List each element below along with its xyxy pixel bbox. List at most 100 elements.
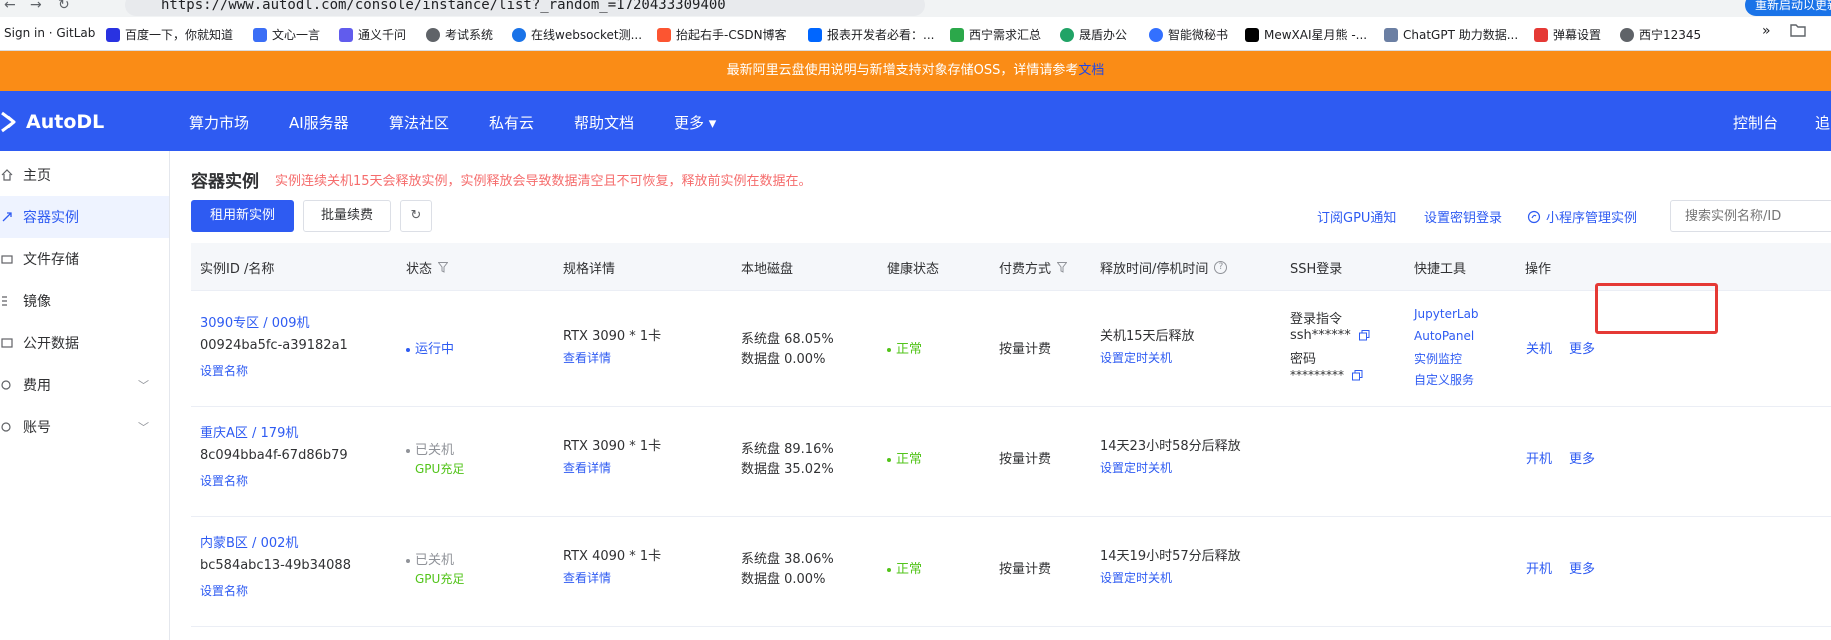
chevron-down-icon: ﹀ <box>138 379 149 392</box>
sidebar-item-storage[interactable]: 文件存储 <box>0 238 169 280</box>
instance-name-link[interactable]: 重庆A区 / 179机 <box>200 422 298 441</box>
col-tools: 快捷工具 <box>1414 262 1467 277</box>
bookmark-item[interactable]: 百度一下，你就知道 <box>106 26 233 43</box>
bookmark-item[interactable]: ChatGPT 助力数据... <box>1384 26 1518 43</box>
spec-detail-link[interactable]: 查看详情 <box>563 349 611 366</box>
ssh-password: ********* <box>1290 368 1363 382</box>
bookmark-item[interactable]: Sign in · GitLab <box>4 26 95 40</box>
bookmark-item[interactable]: 通义千问 <box>339 26 406 43</box>
filter-icon[interactable] <box>1057 262 1068 273</box>
health-dot <box>887 567 891 572</box>
nav-ai-server[interactable]: AI服务器 <box>289 112 349 133</box>
copy-icon[interactable] <box>1352 370 1363 381</box>
bookmark-item[interactable]: 弹幕设置 <box>1534 26 1601 43</box>
key-login-link[interactable]: 设置密钥登录 <box>1424 207 1502 226</box>
browser-update-pill[interactable]: 重新启动以更新 <box>1745 0 1831 16</box>
nav-cut-item[interactable]: 追 <box>1815 112 1830 133</box>
announcement-text: 最新阿里云盘使用说明与新增支持对象存储OSS，详情请参考 <box>726 63 1079 78</box>
refresh-icon: ↻ <box>410 208 422 223</box>
set-name-link[interactable]: 设置名称 <box>200 362 248 379</box>
instance-id: bc584abc13-49b34088 <box>200 558 351 573</box>
power-on-button[interactable]: 开机 <box>1526 558 1552 577</box>
col-pay[interactable]: 付费方式 <box>999 258 1068 277</box>
pay-type: 按量计费 <box>999 562 1052 577</box>
miniprogram-link[interactable]: 小程序管理实例 <box>1527 207 1637 226</box>
bookmark-item[interactable]: MewXAI星月熊 -... <box>1245 26 1367 43</box>
sidebar-item-home[interactable]: 主页 <box>0 154 169 196</box>
more-button[interactable]: 更多 <box>1569 338 1595 357</box>
col-spec: 规格详情 <box>563 262 616 277</box>
bookmark-item[interactable]: 考试系统 <box>426 26 493 43</box>
jupyterlab-link[interactable]: JupyterLab <box>1414 307 1479 321</box>
nav-more[interactable]: 更多 ▾ <box>674 112 716 133</box>
subscribe-gpu-link[interactable]: 订阅GPU通知 <box>1317 207 1396 226</box>
assistant-icon <box>1149 27 1163 42</box>
announcement-doc-link[interactable]: 文档 <box>1078 63 1104 78</box>
csdn-icon <box>657 27 671 42</box>
batch-renew-button[interactable]: 批量续费 <box>303 200 391 232</box>
mewxai-icon <box>1245 27 1259 42</box>
folder-icon[interactable] <box>1790 23 1806 37</box>
spec-detail-link[interactable]: 查看详情 <box>563 569 611 586</box>
sidebar-item-images[interactable]: 镜像 <box>0 280 169 322</box>
table-row: 内蒙B区 / 002机 bc584abc13-49b34088 设置名称 已关机… <box>191 518 1831 627</box>
monitor-link[interactable]: 实例监控 <box>1414 350 1462 367</box>
rent-instance-button[interactable]: 租用新实例 <box>191 200 294 232</box>
instance-name-link[interactable]: 3090专区 / 009机 <box>200 312 310 331</box>
spec-text: RTX 4090 * 1卡 <box>563 549 662 564</box>
sidebar-item-public-data[interactable]: 公开数据 <box>0 322 169 364</box>
nav-private-cloud[interactable]: 私有云 <box>489 112 534 133</box>
set-shutdown-link[interactable]: 设置定时关机 <box>1100 349 1172 366</box>
bookmark-item[interactable]: 西宁12345 <box>1620 26 1701 43</box>
forward-icon[interactable]: → <box>30 0 42 13</box>
copy-icon[interactable] <box>1358 330 1370 341</box>
spec-detail-link[interactable]: 查看详情 <box>563 459 611 476</box>
search-input[interactable] <box>1670 200 1831 232</box>
set-shutdown-link[interactable]: 设置定时关机 <box>1100 569 1172 586</box>
sidebar-item-cost[interactable]: 费用 ﹀ <box>0 364 169 406</box>
nav-algorithm-community[interactable]: 算法社区 <box>389 112 449 133</box>
url-field[interactable]: https://www.autodl.com/console/instance/… <box>125 0 925 16</box>
instance-id: 8c094bba4f-67d86b79 <box>200 448 348 463</box>
autopanel-link[interactable]: AutoPanel <box>1414 329 1474 343</box>
bookmark-item[interactable]: 西宁需求汇总 <box>950 26 1041 43</box>
back-icon[interactable]: ← <box>4 0 16 13</box>
table-row: 3090专区 / 009机 00924ba5fc-a39182a1 设置名称 运… <box>191 292 1831 407</box>
bookmark-item[interactable]: 文心一言 <box>253 26 320 43</box>
bookmark-item[interactable]: 晟盾办公 <box>1060 26 1127 43</box>
col-release: 释放时间/停机时间? <box>1100 258 1228 277</box>
table-header: 实例ID /名称 状态 规格详情 本地磁盘 健康状态 付费方式 释放时间/停机时… <box>191 243 1831 291</box>
more-button[interactable]: 更多 <box>1569 448 1595 467</box>
nav-market[interactable]: 算力市场 <box>189 112 249 133</box>
sidebar-item-account[interactable]: 账号 ﹀ <box>0 406 169 448</box>
health-status: 正常 <box>887 448 922 467</box>
filter-icon[interactable] <box>438 262 449 273</box>
browser-address-bar: ← → ↻ https://www.autodl.com/console/ins… <box>0 0 1831 17</box>
col-disk: 本地磁盘 <box>741 262 794 277</box>
bookmark-item[interactable]: 智能微秘书 <box>1149 26 1228 43</box>
health-status: 正常 <box>887 558 922 577</box>
refresh-button[interactable]: ↻ <box>400 200 432 232</box>
brand-name: AutoDL <box>26 111 105 133</box>
set-shutdown-link[interactable]: 设置定时关机 <box>1100 459 1172 476</box>
brand-logo[interactable]: AutoDL <box>0 109 104 135</box>
help-icon[interactable]: ? <box>1214 261 1228 274</box>
reload-icon[interactable]: ↻ <box>58 0 70 13</box>
set-name-link[interactable]: 设置名称 <box>200 582 248 599</box>
instance-name-link[interactable]: 内蒙B区 / 002机 <box>200 532 298 551</box>
bookmark-item[interactable]: 抬起右手-CSDN博客 <box>657 26 787 43</box>
set-name-link[interactable]: 设置名称 <box>200 472 248 489</box>
nav-console[interactable]: 控制台 <box>1733 112 1778 133</box>
sidebar-item-instances[interactable]: 容器实例 <box>0 196 169 238</box>
nav-help-docs[interactable]: 帮助文档 <box>574 112 634 133</box>
col-status[interactable]: 状态 <box>406 258 449 277</box>
zhihu-icon <box>808 27 822 42</box>
bookmark-item[interactable]: 报表开发者必看：... <box>808 26 934 43</box>
power-on-button[interactable]: 开机 <box>1526 448 1552 467</box>
data-disk: 数据盘 35.02% <box>741 462 834 477</box>
bookmark-item[interactable]: 在线websocket测... <box>512 26 642 43</box>
shutdown-button[interactable]: 关机 <box>1526 338 1552 357</box>
custom-service-link[interactable]: 自定义服务 <box>1414 371 1474 388</box>
more-button[interactable]: 更多 <box>1569 558 1595 577</box>
bookmarks-overflow-icon[interactable]: » <box>1762 23 1771 39</box>
